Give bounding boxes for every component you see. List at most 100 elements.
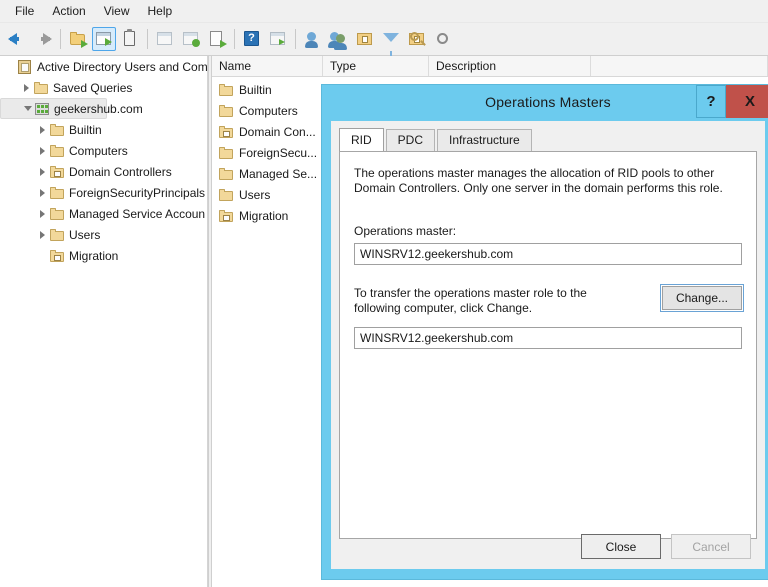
dialog-tabs: RID PDC Infrastructure <box>331 121 765 152</box>
console-root-icon <box>17 59 34 75</box>
dialog-title-buttons: ? X <box>696 85 768 118</box>
folder-icon <box>49 122 66 138</box>
expander-placeholder <box>4 60 17 73</box>
ou-folder-icon <box>49 248 66 264</box>
folder-icon <box>33 80 50 96</box>
dialog-footer: Close Cancel <box>331 534 765 559</box>
rid-description: The operations master manages the alloca… <box>354 166 723 195</box>
up-folder-icon[interactable] <box>66 27 90 51</box>
show-hide-console-tree-icon[interactable] <box>92 27 116 51</box>
list-item-name: ForeignSecu... <box>239 145 318 160</box>
list-item-name: Managed Se... <box>239 166 318 181</box>
folder-icon <box>218 166 236 182</box>
expand-arrow-icon[interactable] <box>36 123 49 136</box>
tree-node-label: Active Directory Users and Com <box>37 59 208 74</box>
tab-panel-rid: The operations master manages the alloca… <box>339 151 757 539</box>
tree-node-computers[interactable]: Computers <box>0 140 207 161</box>
expand-arrow-icon[interactable] <box>36 144 49 157</box>
export-list-icon[interactable] <box>153 27 177 51</box>
expander-placeholder <box>36 249 49 262</box>
find-icon[interactable] <box>405 27 429 51</box>
list-item-name: Builtin <box>239 82 272 97</box>
menu-item-action[interactable]: Action <box>43 1 94 21</box>
tab-infrastructure[interactable]: Infrastructure <box>437 129 532 151</box>
menu-bar: File Action View Help <box>0 0 768 23</box>
folder-icon <box>218 187 236 203</box>
tree-node-saved-queries[interactable]: Saved Queries <box>0 77 207 98</box>
refresh-icon[interactable] <box>179 27 203 51</box>
forward-arrow-icon[interactable] <box>31 27 55 51</box>
target-computer-field[interactable]: WINSRV12.geekershub.com <box>354 327 742 349</box>
toolbar: ? <box>0 23 768 56</box>
operations-master-field: WINSRV12.geekershub.com <box>354 243 742 265</box>
menu-item-file[interactable]: File <box>6 1 43 21</box>
tree-node-domain-controllers[interactable]: Domain Controllers <box>0 161 207 182</box>
ou-folder-icon <box>218 208 236 224</box>
tree-node-geekershub-com[interactable]: geekershub.com <box>0 98 143 119</box>
run-window-icon[interactable] <box>266 27 290 51</box>
tree-node-label: Domain Controllers <box>69 164 172 179</box>
column-header-type[interactable]: Type <box>323 56 429 76</box>
folder-icon <box>218 103 236 119</box>
document-export-icon[interactable] <box>205 27 229 51</box>
close-icon[interactable]: X <box>726 85 768 118</box>
tree-node-label: Computers <box>69 143 128 158</box>
dialog-title-bar[interactable]: Operations Masters ? X <box>322 85 768 118</box>
tree-node-managed-service-accoun[interactable]: Managed Service Accoun <box>0 203 207 224</box>
column-header-name[interactable]: Name <box>212 56 323 76</box>
operations-masters-dialog: Operations Masters ? X RID PDC Infrastruct… <box>322 85 768 579</box>
tree-node-label: ForeignSecurityPrincipals <box>69 185 206 200</box>
console-tree: Active Directory Users and Com Saved Quer… <box>0 56 207 266</box>
list-item-name: Migration <box>239 208 289 223</box>
tab-pdc[interactable]: PDC <box>385 129 436 151</box>
list-item-name: Users <box>239 187 271 202</box>
folder-icon <box>49 227 66 243</box>
filter-icon[interactable] <box>379 27 403 56</box>
domain-icon <box>34 101 51 117</box>
folder-icon <box>49 185 66 201</box>
tree-node-label: geekershub.com <box>54 101 143 116</box>
tree-node-users[interactable]: Users <box>0 224 207 245</box>
tree-node-foreignsecurityprincipals[interactable]: ForeignSecurityPrincipals <box>0 182 207 203</box>
list-item-name: Domain Con... <box>239 124 316 139</box>
tree-node-migration[interactable]: Migration <box>0 245 207 266</box>
dialog-body: RID PDC Infrastructure The operations mast… <box>331 121 765 569</box>
new-container-icon[interactable] <box>353 27 377 51</box>
folder-icon <box>49 143 66 159</box>
menu-item-help[interactable]: Help <box>139 1 182 21</box>
toolbar-separator <box>295 29 296 49</box>
folder-icon <box>218 145 236 161</box>
change-button[interactable]: Change... <box>660 284 744 312</box>
settings-gear-icon[interactable] <box>431 27 455 51</box>
new-group-icon[interactable] <box>327 27 351 51</box>
properties-clipboard-icon[interactable] <box>118 27 142 51</box>
tree-node-label: Migration <box>69 248 119 263</box>
folder-icon <box>49 206 66 222</box>
collapse-arrow-icon[interactable] <box>21 102 34 115</box>
tab-rid[interactable]: RID <box>339 128 384 151</box>
help-icon[interactable]: ? <box>240 27 264 51</box>
ou-folder-icon <box>49 164 66 180</box>
operations-master-label: Operations master: <box>354 224 457 238</box>
tree-node-label: Users <box>69 227 101 242</box>
tree-node-active-directory-users-and-com[interactable]: Active Directory Users and Com <box>0 56 207 77</box>
help-button[interactable]: ? <box>696 85 726 118</box>
mmc-window: File Action View Help ? Active Directory… <box>0 0 768 587</box>
expand-arrow-icon[interactable] <box>20 81 33 94</box>
expand-arrow-icon[interactable] <box>36 165 49 178</box>
toolbar-separator <box>60 29 61 49</box>
tree-node-label: Builtin <box>69 122 102 137</box>
tree-node-label: Managed Service Accoun <box>69 206 206 221</box>
expand-arrow-icon[interactable] <box>36 228 49 241</box>
expand-arrow-icon[interactable] <box>36 186 49 199</box>
menu-item-view[interactable]: View <box>95 1 139 21</box>
column-header-filler <box>591 56 768 76</box>
tree-node-builtin[interactable]: Builtin <box>0 119 207 140</box>
toolbar-separator <box>147 29 148 49</box>
close-button[interactable]: Close <box>581 534 661 559</box>
column-header-description[interactable]: Description <box>429 56 591 76</box>
new-user-icon[interactable] <box>301 27 325 51</box>
expand-arrow-icon[interactable] <box>36 207 49 220</box>
back-arrow-icon[interactable] <box>5 27 29 51</box>
tree-node-label: Saved Queries <box>53 80 133 95</box>
